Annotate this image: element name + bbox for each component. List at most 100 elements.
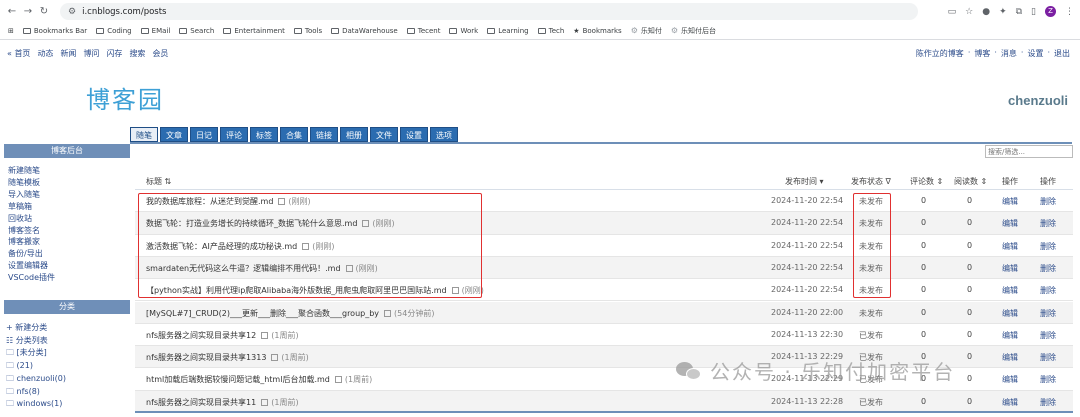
edit-button[interactable]: 编辑 bbox=[1002, 218, 1018, 229]
bookmark-entertainment[interactable]: Entertainment bbox=[223, 27, 285, 35]
edit-button[interactable]: 编辑 bbox=[1002, 374, 1018, 385]
cast-icon[interactable]: ▭ bbox=[948, 7, 957, 17]
post-title[interactable]: nfs服务器之间实现目录共享1313 (1周前) bbox=[146, 352, 309, 363]
sidebar-item-editor-settings[interactable]: 设置编辑器 bbox=[8, 261, 55, 272]
reload-icon[interactable]: ↻ bbox=[36, 6, 52, 17]
bookmark-learning[interactable]: Learning bbox=[487, 27, 529, 35]
nav-activity[interactable]: 动态 bbox=[37, 48, 53, 59]
site-logo[interactable]: 博客园 bbox=[86, 80, 164, 115]
tab-settings[interactable]: 设置 bbox=[400, 127, 428, 142]
apps-icon[interactable]: ⊞ bbox=[8, 27, 14, 35]
category-uncategorized[interactable]: 🗀 [未分类] bbox=[6, 347, 66, 360]
delete-button[interactable]: 删除 bbox=[1040, 330, 1056, 341]
bookmark-tecent[interactable]: Tecent bbox=[406, 27, 440, 35]
edit-button[interactable]: 编辑 bbox=[1002, 308, 1018, 319]
site-info-icon[interactable]: ⚙ bbox=[68, 7, 76, 17]
edit-button[interactable]: 编辑 bbox=[1002, 263, 1018, 274]
edit-button[interactable]: 编辑 bbox=[1002, 397, 1018, 408]
delete-button[interactable]: 删除 bbox=[1040, 263, 1056, 274]
category-list[interactable]: ☷ 分类列表 bbox=[6, 335, 66, 348]
nav-home[interactable]: « 首页 bbox=[7, 48, 30, 59]
sidebar-item-import[interactable]: 导入随笔 bbox=[8, 190, 55, 201]
header-comments[interactable]: 评论数 ⇕ bbox=[910, 176, 943, 187]
edit-icon[interactable] bbox=[334, 376, 342, 384]
bookmark-work[interactable]: Work bbox=[449, 27, 478, 35]
post-title[interactable]: html加载后端数据较慢问题记载_html后台加载.md (1周前) bbox=[146, 374, 372, 385]
menu-dots-icon[interactable]: ⋮ bbox=[1065, 7, 1074, 17]
sidebar-item-new-post[interactable]: 新建随笔 bbox=[8, 166, 55, 177]
header-title[interactable]: 标题 ⇅ bbox=[146, 176, 171, 187]
edit-icon[interactable] bbox=[271, 354, 279, 362]
post-title[interactable]: nfs服务器之间实现目录共享11 (1周前) bbox=[146, 397, 299, 408]
bookmark-tools[interactable]: Tools bbox=[293, 27, 322, 35]
delete-button[interactable]: 删除 bbox=[1040, 397, 1056, 408]
tab-files[interactable]: 文件 bbox=[370, 127, 398, 142]
delete-button[interactable]: 删除 bbox=[1040, 308, 1056, 319]
post-title[interactable]: nfs服务器之间实现目录共享12 (1周前) bbox=[146, 330, 299, 341]
address-bar[interactable]: ⚙ i.cnblogs.com/posts bbox=[60, 3, 918, 20]
tab-options[interactable]: 选项 bbox=[430, 127, 458, 142]
category-nfs[interactable]: 🗀 nfs(8) bbox=[6, 386, 66, 399]
my-blog-link[interactable]: 陈作立的博客 bbox=[916, 48, 964, 59]
delete-button[interactable]: 删除 bbox=[1040, 374, 1056, 385]
settings-link[interactable]: 设置 bbox=[1027, 48, 1043, 59]
tab-articles[interactable]: 文章 bbox=[160, 127, 188, 142]
messages-link[interactable]: 消息 bbox=[1001, 48, 1017, 59]
bookmark-lezhifu[interactable]: ⚙ 乐知付 bbox=[631, 26, 662, 36]
header-reads[interactable]: 阅读数 ⇕ bbox=[954, 176, 987, 187]
post-title-text[interactable]: [MySQL#7]_CRUD(2)___更新___删除___聚合函数___gro… bbox=[146, 309, 379, 318]
tab-comments[interactable]: 评论 bbox=[220, 127, 248, 142]
tab-tags[interactable]: 标签 bbox=[250, 127, 278, 142]
post-title-text[interactable]: nfs服务器之间实现目录共享11 bbox=[146, 398, 256, 407]
puzzle-icon[interactable]: ⧉ bbox=[1016, 7, 1022, 17]
logout-link[interactable]: 退出 bbox=[1054, 48, 1070, 59]
post-title-text[interactable]: html加载后端数据较慢问题记载_html后台加载.md bbox=[146, 375, 330, 384]
category-chenzuoli[interactable]: 🗀 chenzuoli(0) bbox=[6, 373, 66, 386]
forward-icon[interactable]: → bbox=[20, 6, 36, 17]
tab-posts[interactable]: 随笔 bbox=[130, 127, 158, 142]
back-icon[interactable]: ← bbox=[4, 6, 20, 17]
nav-news[interactable]: 新闻 bbox=[60, 48, 76, 59]
edit-button[interactable]: 编辑 bbox=[1002, 241, 1018, 252]
nav-flash[interactable]: 闪存 bbox=[106, 48, 122, 59]
delete-button[interactable]: 删除 bbox=[1040, 196, 1056, 207]
blog-link[interactable]: 博客 bbox=[974, 48, 990, 59]
post-title-text[interactable]: nfs服务器之间实现目录共享12 bbox=[146, 331, 256, 340]
nav-search[interactable]: 搜索 bbox=[129, 48, 145, 59]
edit-icon[interactable] bbox=[261, 331, 269, 339]
edit-button[interactable]: 编辑 bbox=[1002, 196, 1018, 207]
extension-color-icon[interactable]: ● bbox=[982, 7, 990, 17]
delete-button[interactable]: 删除 bbox=[1040, 218, 1056, 229]
bookmark-email[interactable]: EMail bbox=[140, 27, 170, 35]
tab-collections[interactable]: 合集 bbox=[280, 127, 308, 142]
category-windows[interactable]: 🗀 windows(1) bbox=[6, 398, 66, 411]
bookmark-bookmarks[interactable]: ★ Bookmarks bbox=[573, 27, 621, 35]
bookmark-coding[interactable]: Coding bbox=[96, 27, 132, 35]
sidebar-item-trash[interactable]: 回收站 bbox=[8, 214, 55, 225]
edit-icon[interactable] bbox=[384, 309, 392, 317]
post-title-text[interactable]: nfs服务器之间实现目录共享1313 bbox=[146, 353, 266, 362]
bookmark-bookmarks-bar[interactable]: Bookmarks Bar bbox=[22, 27, 87, 35]
delete-button[interactable]: 删除 bbox=[1040, 241, 1056, 252]
star-icon[interactable]: ☆ bbox=[965, 7, 973, 17]
post-title[interactable]: [MySQL#7]_CRUD(2)___更新___删除___聚合函数___gro… bbox=[146, 308, 434, 319]
search-input[interactable] bbox=[985, 145, 1073, 158]
sidebar-item-backup[interactable]: 备份/导出 bbox=[8, 249, 55, 260]
edit-button[interactable]: 编辑 bbox=[1002, 330, 1018, 341]
edit-icon[interactable] bbox=[261, 398, 269, 406]
bookmark-lezhifu-admin[interactable]: ⚙ 乐知付后台 bbox=[671, 26, 716, 36]
extension-icon[interactable]: ✦ bbox=[999, 7, 1007, 17]
tab-diary[interactable]: 日记 bbox=[190, 127, 218, 142]
bookmark-search[interactable]: Search bbox=[179, 27, 214, 35]
sidebar-item-signature[interactable]: 博客签名 bbox=[8, 226, 55, 237]
bookmark-datawarehouse[interactable]: DataWarehouse bbox=[331, 27, 398, 35]
delete-button[interactable]: 删除 bbox=[1040, 285, 1056, 296]
sidebar-icon[interactable]: ▯ bbox=[1031, 7, 1036, 17]
bookmark-tech[interactable]: Tech bbox=[537, 27, 564, 35]
sidebar-item-drafts[interactable]: 草稿箱 bbox=[8, 202, 55, 213]
delete-button[interactable]: 删除 bbox=[1040, 352, 1056, 363]
header-status[interactable]: 发布状态 ∇ bbox=[851, 176, 891, 187]
category-21[interactable]: 🗀 (21) bbox=[6, 360, 66, 373]
edit-button[interactable]: 编辑 bbox=[1002, 352, 1018, 363]
category-new[interactable]: + 新建分类 bbox=[6, 322, 66, 335]
